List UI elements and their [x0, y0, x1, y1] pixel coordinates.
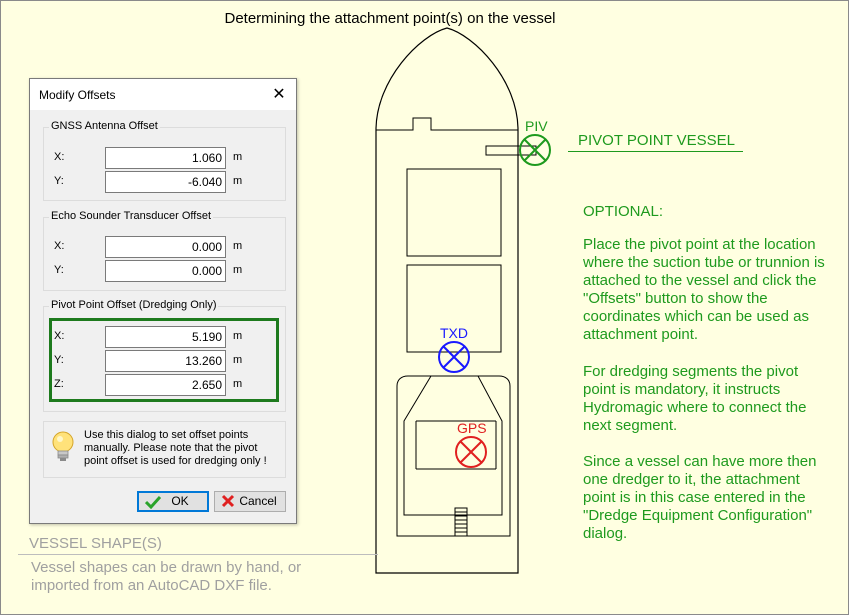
echo-x-label: X:: [54, 240, 65, 252]
pivot-y-row: Y: m: [44, 350, 285, 372]
pivot-z-input[interactable]: [105, 374, 226, 396]
gnss-y-input[interactable]: [105, 171, 226, 193]
echo-y-input[interactable]: [105, 260, 226, 282]
pivot-x-label: X:: [54, 330, 65, 342]
pivot-arm: [485, 145, 537, 156]
gnss-x-unit: m: [233, 151, 243, 163]
pivot-group-label: Pivot Point Offset (Dredging Only): [49, 299, 219, 311]
gnss-offset-group: GNSS Antenna Offset X: m Y: m: [43, 120, 286, 201]
pivot-x-row: X: m: [44, 326, 285, 348]
echo-group-label: Echo Sounder Transducer Offset: [49, 210, 213, 222]
gnss-x-label: X:: [54, 151, 65, 163]
echo-y-row: Y: m: [44, 260, 285, 282]
optional-paragraph-1: Place the pivot point at the location wh…: [583, 236, 825, 343]
pivot-y-label: Y:: [54, 354, 64, 366]
ok-button-label: OK: [171, 494, 189, 508]
gnss-y-row: Y: m: [44, 171, 285, 193]
gnss-y-unit: m: [233, 175, 243, 187]
pivot-z-label: Z:: [54, 378, 64, 390]
pivot-y-unit: m: [233, 354, 243, 366]
optional-paragraph-2: For dredging segments the pivot point is…: [583, 363, 807, 434]
cancel-button[interactable]: Cancel: [214, 491, 286, 512]
echo-x-input[interactable]: [105, 236, 226, 258]
gnss-x-row: X: m: [44, 147, 285, 169]
echo-y-unit: m: [233, 264, 243, 276]
pivot-offset-group: Pivot Point Offset (Dredging Only) X: m …: [43, 299, 286, 412]
optional-paragraph-3: Since a vessel can have more then one dr…: [583, 453, 817, 542]
vessel-shape-note: Vessel shapes can be drawn by hand, or i…: [31, 559, 302, 594]
vessel-hold-1: [406, 168, 502, 257]
echo-x-unit: m: [233, 240, 243, 252]
pivot-x-unit: m: [233, 330, 243, 342]
ok-button[interactable]: OK: [137, 491, 209, 512]
optional-heading: OPTIONAL:: [583, 203, 664, 220]
vessel-shape-divider: [18, 554, 378, 555]
pivot-x-input[interactable]: [105, 326, 226, 348]
vessel-deck-line: [376, 117, 518, 131]
gnss-y-label: Y:: [54, 175, 64, 187]
gps-marker: [455, 436, 487, 468]
pivot-marker: [519, 134, 551, 166]
pivot-point-vessel-label: PIVOT POINT VESSEL: [578, 132, 736, 149]
vessel-shape-heading: VESSEL SHAPE(S): [29, 535, 162, 552]
dialog-title: Modify Offsets: [39, 88, 116, 102]
gnss-group-label: GNSS Antenna Offset: [49, 120, 160, 132]
pivot-y-input[interactable]: [105, 350, 226, 372]
transducer-marker: [438, 341, 470, 373]
dialog-titlebar[interactable]: Modify Offsets ✕: [30, 79, 296, 110]
vessel-aft-inner: [403, 375, 503, 516]
echo-y-label: Y:: [54, 264, 64, 276]
checkmark-icon: [145, 495, 161, 509]
cancel-button-label: Cancel: [239, 494, 277, 508]
tip-text: Use this dialog to set offset points man…: [84, 429, 267, 467]
transducer-marker-label: TXD: [440, 325, 468, 341]
tip-box: Use this dialog to set offset points man…: [43, 421, 286, 478]
gps-marker-label: GPS: [457, 420, 487, 436]
pivot-z-row: Z: m: [44, 374, 285, 396]
echo-sounder-offset-group: Echo Sounder Transducer Offset X: m Y: m: [43, 210, 286, 291]
lightbulb-icon: [52, 431, 74, 461]
echo-x-row: X: m: [44, 236, 285, 258]
red-x-icon: [221, 494, 235, 508]
gnss-x-input[interactable]: [105, 147, 226, 169]
vessel-aft-structure: [396, 375, 511, 537]
pivot-z-unit: m: [233, 378, 243, 390]
pivot-marker-label: PIV: [525, 118, 548, 134]
close-icon[interactable]: ✕: [262, 79, 296, 110]
modify-offsets-dialog: Modify Offsets ✕ GNSS Antenna Offset X: …: [29, 78, 297, 524]
pivot-point-vessel-underline: [568, 151, 743, 152]
stern-ladder: [454, 507, 468, 537]
